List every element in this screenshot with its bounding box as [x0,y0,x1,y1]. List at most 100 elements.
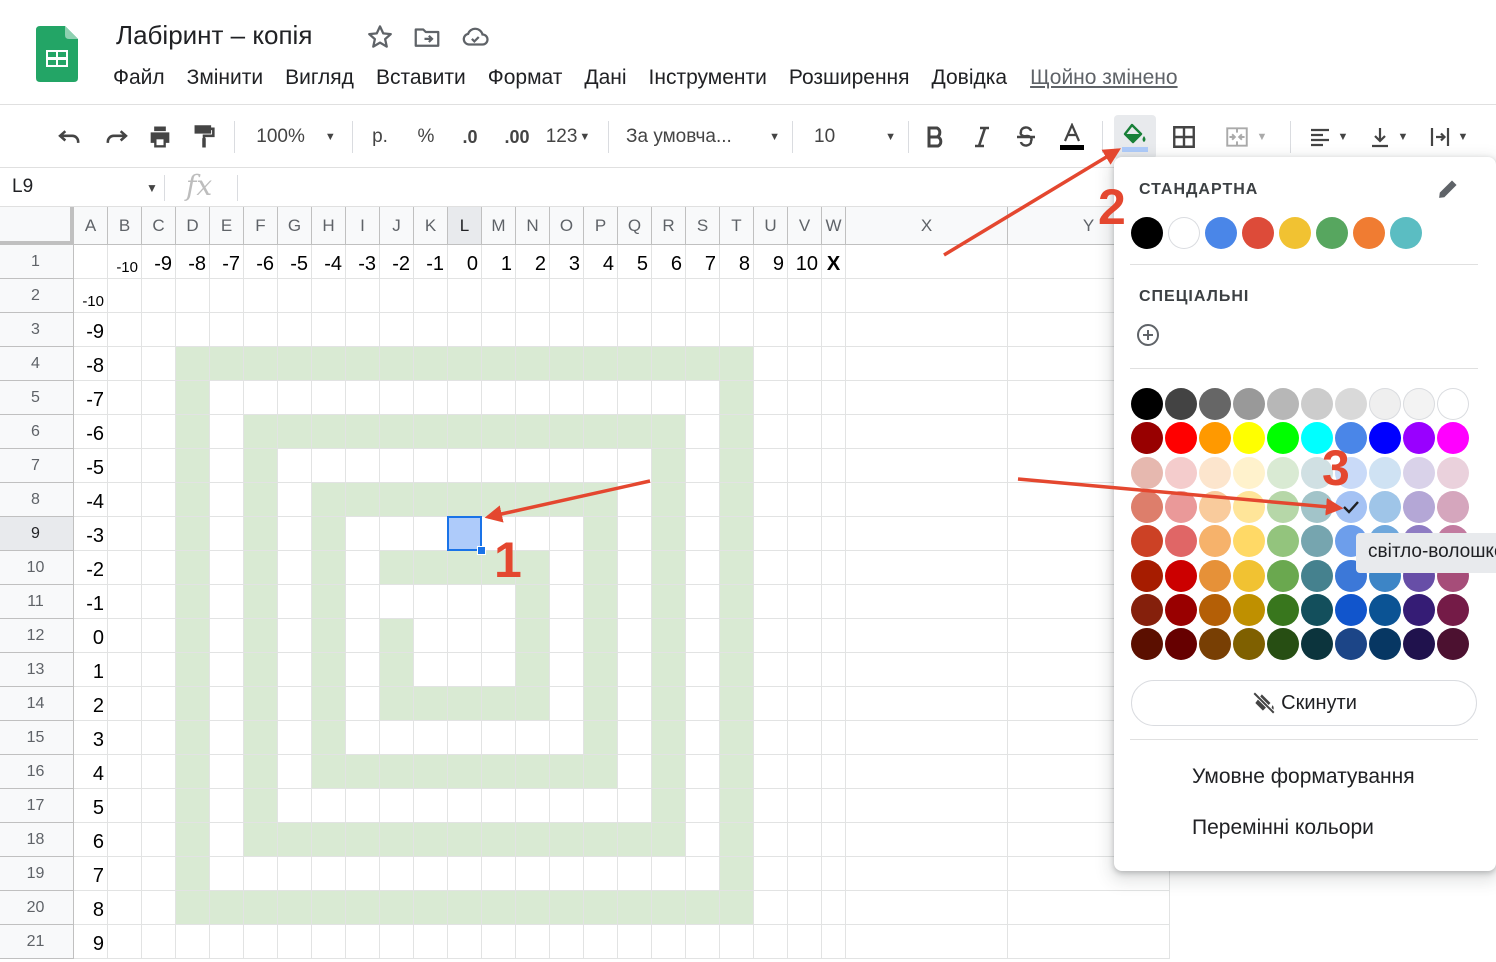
cell-p18[interactable] [584,823,618,857]
menu-insert[interactable]: Вставити [365,66,477,94]
palette-swatch[interactable] [1199,593,1231,626]
cell-l10[interactable] [448,551,482,585]
cell-x5[interactable] [846,381,1008,415]
cell-p7[interactable] [584,449,618,483]
cell-x6[interactable] [846,415,1008,449]
column-header-d[interactable]: D [176,207,210,245]
cell-a8[interactable]: -4 [74,483,108,517]
cell-q7[interactable] [618,449,652,483]
cell-j4[interactable] [380,347,414,381]
palette-swatch[interactable] [1131,490,1163,523]
cell-u13[interactable] [754,653,788,687]
cell-p19[interactable] [584,857,618,891]
cell-c21[interactable] [142,925,176,959]
cell-o20[interactable] [550,891,584,925]
cell-q3[interactable] [618,313,652,347]
cell-g7[interactable] [278,449,312,483]
cell-v16[interactable] [788,755,822,789]
row-header-13[interactable]: 13 [0,653,74,687]
cell-b12[interactable] [108,619,142,653]
palette-swatch[interactable] [1403,628,1435,661]
cell-s17[interactable] [686,789,720,823]
cell-l5[interactable] [448,381,482,415]
cell-c9[interactable] [142,517,176,551]
cell-r9[interactable] [652,517,686,551]
cell-t21[interactable] [720,925,754,959]
cell-e19[interactable] [210,857,244,891]
cell-o10[interactable] [550,551,584,585]
cell-g12[interactable] [278,619,312,653]
cell-g11[interactable] [278,585,312,619]
cell-j3[interactable] [380,313,414,347]
cell-o4[interactable] [550,347,584,381]
cell-b6[interactable] [108,415,142,449]
cell-w14[interactable] [822,687,846,721]
cell-u6[interactable] [754,415,788,449]
cell-u4[interactable] [754,347,788,381]
palette-swatch[interactable] [1233,593,1265,626]
cell-f1[interactable]: -6 [244,245,278,279]
cell-k21[interactable] [414,925,448,959]
palette-swatch[interactable] [1199,388,1231,420]
palette-swatch[interactable] [1165,628,1197,661]
cell-k13[interactable] [414,653,448,687]
cell-m18[interactable] [482,823,516,857]
palette-swatch[interactable] [1165,525,1197,558]
cell-l11[interactable] [448,585,482,619]
sheets-logo-icon[interactable] [36,26,78,82]
move-to-folder-icon[interactable] [412,22,442,52]
cell-h13[interactable] [312,653,346,687]
standard-color-swatch[interactable] [1168,217,1200,249]
cell-j15[interactable] [380,721,414,755]
cell-d9[interactable] [176,517,210,551]
palette-swatch[interactable] [1437,456,1469,489]
document-title[interactable]: Лабіринт – копія [116,20,312,51]
cell-q10[interactable] [618,551,652,585]
palette-swatch[interactable] [1131,388,1163,420]
palette-swatch[interactable] [1335,388,1367,420]
cell-m11[interactable] [482,585,516,619]
cell-d1[interactable]: -8 [176,245,210,279]
cell-e7[interactable] [210,449,244,483]
last-edit-link[interactable]: Щойно змінено [1030,66,1178,94]
cell-o21[interactable] [550,925,584,959]
cell-j13[interactable] [380,653,414,687]
cell-a12[interactable]: 0 [74,619,108,653]
cell-n1[interactable]: 2 [516,245,550,279]
palette-swatch[interactable] [1437,490,1469,523]
cell-b11[interactable] [108,585,142,619]
cell-o9[interactable] [550,517,584,551]
cell-e3[interactable] [210,313,244,347]
cell-e11[interactable] [210,585,244,619]
cell-w21[interactable] [822,925,846,959]
cell-r8[interactable] [652,483,686,517]
cell-h1[interactable]: -4 [312,245,346,279]
cell-x10[interactable] [846,551,1008,585]
cell-k10[interactable] [414,551,448,585]
cell-l4[interactable] [448,347,482,381]
cell-q20[interactable] [618,891,652,925]
cell-g1[interactable]: -5 [278,245,312,279]
cell-a2[interactable]: -10 [74,279,108,313]
cell-k14[interactable] [414,687,448,721]
cell-j6[interactable] [380,415,414,449]
cell-s20[interactable] [686,891,720,925]
cell-c17[interactable] [142,789,176,823]
cell-u7[interactable] [754,449,788,483]
increase-decimal-button[interactable]: .00 [496,115,538,159]
cell-a15[interactable]: 3 [74,721,108,755]
column-header-o[interactable]: O [550,207,584,245]
menu-edit[interactable]: Змінити [176,66,274,94]
cell-k7[interactable] [414,449,448,483]
cell-m15[interactable] [482,721,516,755]
cell-d5[interactable] [176,381,210,415]
paint-format-button[interactable] [186,115,222,159]
column-header-c[interactable]: C [142,207,176,245]
cell-w20[interactable] [822,891,846,925]
cell-s9[interactable] [686,517,720,551]
cell-p14[interactable] [584,687,618,721]
cell-j19[interactable] [380,857,414,891]
cell-v1[interactable]: 10 [788,245,822,279]
cell-b10[interactable] [108,551,142,585]
cell-b18[interactable] [108,823,142,857]
